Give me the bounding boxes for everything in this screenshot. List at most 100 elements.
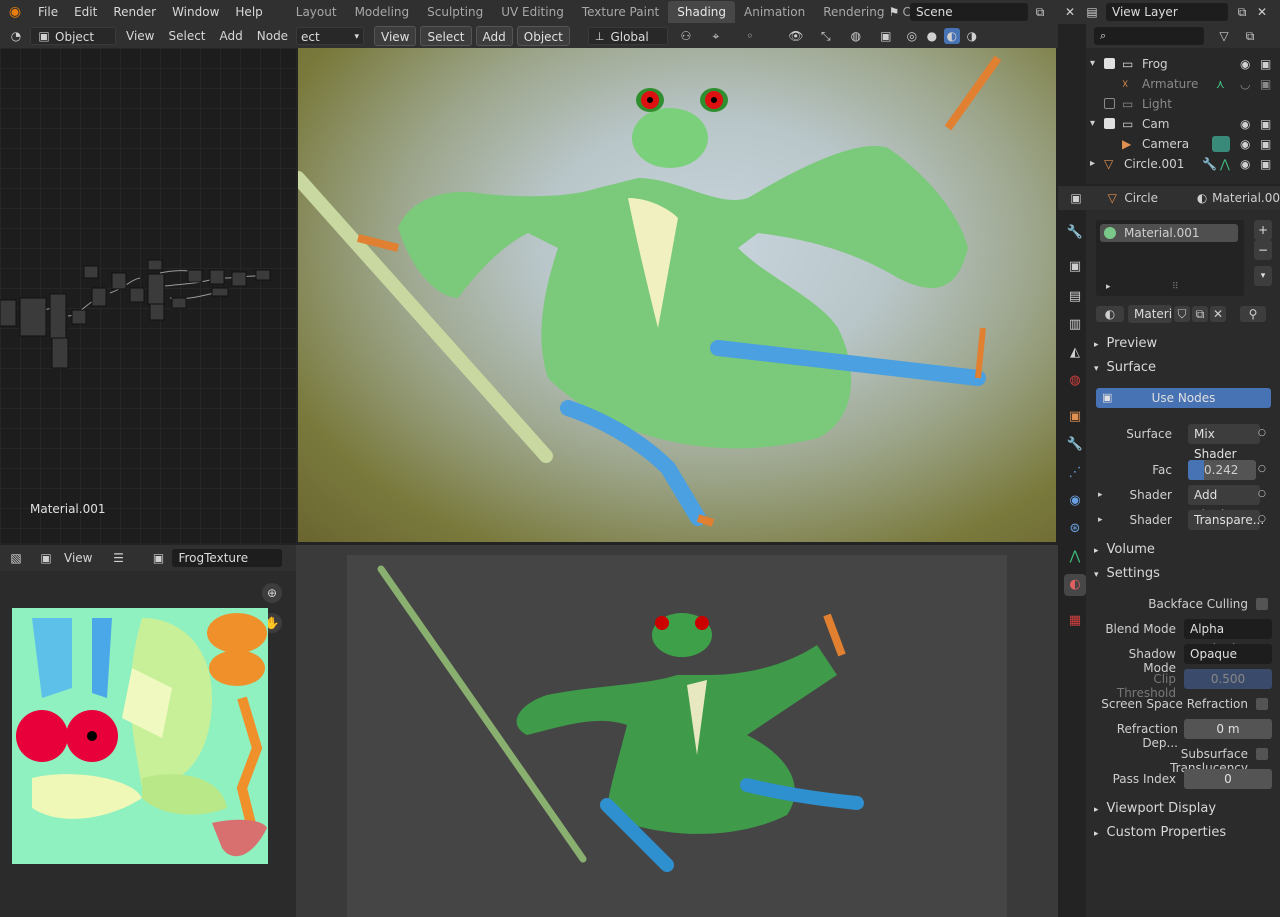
image-name-field[interactable]: FrogTexture [172,549,283,567]
tab-object[interactable]: ▣ [1064,406,1086,428]
unlink-material-icon[interactable]: ✕ [1210,306,1226,322]
viewport-menu-object[interactable]: Object [516,26,570,46]
remove-slot-button[interactable]: − [1254,240,1272,260]
tab-physics[interactable]: ◉ [1064,490,1086,512]
menu-help[interactable]: Help [227,0,270,24]
proportional-icon[interactable]: ◦ [742,28,758,44]
object-mode-dropdown[interactable]: ▣ Object [30,27,116,45]
image-editor-type-icon[interactable]: ▧ [8,550,24,566]
material-slot-item[interactable]: Material.001 [1100,224,1238,242]
viewport-render[interactable] [298,48,1056,542]
material-browse-icon[interactable]: ◐ [1096,306,1124,322]
surface-shader-field[interactable]: Mix Shader [1188,424,1260,461]
backface-culling-checkbox[interactable] [1256,598,1268,610]
rendered-shading-icon[interactable]: ◑ [964,28,980,44]
image-menu-view[interactable]: View [60,546,96,570]
scene-field[interactable]: Scene [910,3,1028,21]
camera-restrict-icon[interactable]: ▣ [1260,154,1271,174]
panel-settings-header[interactable]: ▾ Settings [1094,566,1160,581]
panel-custom-properties-header[interactable]: ▸ Custom Properties [1094,825,1226,840]
viewport-menu-view[interactable]: View [374,26,417,46]
ssr-checkbox[interactable] [1256,698,1268,710]
node-menu-node[interactable]: Node [253,24,292,48]
tab-modifiers[interactable]: 🔧 [1064,434,1086,456]
socket-icon[interactable]: ○ [1258,514,1266,524]
new-collection-icon[interactable]: ⧉ [1242,28,1258,44]
panel-viewport-display-header[interactable]: ▸ Viewport Display [1094,801,1216,816]
outliner-row-light[interactable]: ▭ Light [1088,94,1280,114]
outliner-row-cam[interactable]: ▾ ▭ Cam ◉ ▣ [1088,114,1280,134]
fake-user-icon[interactable]: ⛉ [1174,306,1190,322]
shader1-field[interactable]: Add Shader [1188,485,1260,522]
tab-scene[interactable]: ◭ [1064,342,1086,364]
eye-icon[interactable]: ◉ [1240,114,1250,134]
delete-scene-icon[interactable]: ✕ [1062,4,1078,20]
outliner-search-input[interactable]: ⌕ [1094,27,1204,45]
camera-restrict-icon[interactable]: ▣ [1260,74,1271,94]
add-slot-button[interactable]: + [1254,220,1272,240]
node-link-icon[interactable]: ⚲ [1240,306,1266,322]
slot-specials-button[interactable]: ▾ [1254,266,1272,286]
node-editor-canvas[interactable]: Material.001 [0,48,296,543]
tab-sculpting[interactable]: Sculpting [418,1,492,23]
image-browse-icon[interactable]: ▣ [150,550,166,566]
editor-type-icon[interactable]: ◔ [8,28,24,44]
expand-triangle-icon[interactable]: ▸ [1106,282,1111,292]
node-menu-view[interactable]: View [122,24,158,48]
panel-volume-header[interactable]: ▸ Volume [1094,542,1155,557]
tab-shading[interactable]: Shading [668,1,735,23]
tab-layout[interactable]: Layout [287,1,346,23]
blend-mode-dropdown[interactable]: Alpha Hashed [1184,619,1272,656]
visibility-icon[interactable]: 👁 [788,28,804,44]
filter-icon[interactable]: ▽ [1216,28,1232,44]
duplicate-material-icon[interactable]: ⧉ [1192,306,1208,322]
material-preview-icon[interactable]: ◐ [943,28,960,44]
camera-restrict-icon[interactable]: ▣ [1260,134,1271,154]
pivot-icon[interactable]: ⚇ [678,28,694,44]
viewport-menu-add[interactable]: Add [475,26,513,46]
tab-animation[interactable]: Animation [735,1,814,23]
outliner-row-camera[interactable]: ▶ Camera ◉ ▣ [1088,134,1280,154]
menu-render[interactable]: Render [105,0,164,24]
expand-chevron-icon[interactable]: ▾ [1090,54,1095,74]
tab-output[interactable]: ▤ [1064,286,1086,308]
eye-icon[interactable]: ◉ [1240,54,1250,74]
view-layer-field[interactable]: View Layer [1106,3,1228,21]
expand-chevron-icon[interactable]: ▸ [1090,154,1095,174]
subsurface-checkbox[interactable] [1256,748,1268,760]
eye-closed-icon[interactable]: ◡ [1240,74,1250,94]
orientation-dropdown[interactable]: ⊥ Global [587,27,668,45]
node-menu-select[interactable]: Select [164,24,209,48]
menu-file[interactable]: File [30,0,66,24]
tab-material[interactable]: ◐ [1064,574,1086,596]
resize-grip-icon[interactable]: ⠿ [1172,282,1179,292]
socket-icon[interactable]: ○ [1258,428,1266,438]
tab-tool[interactable]: 🔧 [1064,222,1086,244]
overlay-icon[interactable]: ◍ [848,28,864,44]
snap-icon[interactable]: ⌖ [708,28,724,44]
zoom-icon[interactable]: ⊕ [262,583,282,603]
fac-slider[interactable]: 0.242 [1188,460,1256,480]
scene-selector[interactable]: ⚑ Scene ⧉ [886,2,1056,22]
exclude-checkbox[interactable] [1104,118,1115,129]
clip-threshold-field[interactable]: 0.500 [1184,669,1272,689]
interaction-mode-dropdown[interactable]: ect Mode ▾ [296,27,364,62]
new-scene-icon[interactable]: ⧉ [1032,4,1048,20]
viewport-menu-select[interactable]: Select [420,26,472,46]
xray-icon[interactable]: ▣ [878,28,894,44]
exclude-checkbox[interactable] [1104,98,1115,109]
tab-render[interactable]: ▣ [1064,256,1086,278]
bottom-viewport-area[interactable] [296,545,1058,917]
pass-index-field[interactable]: 0 [1184,769,1272,789]
node-menu-add[interactable]: Add [216,24,247,48]
tab-uv-editing[interactable]: UV Editing [492,1,573,23]
use-nodes-button[interactable]: ▣ Use Nodes [1096,388,1271,408]
material-name-field[interactable]: Materi [1128,305,1172,323]
menu-edit[interactable]: Edit [66,0,105,24]
eye-icon[interactable]: ◉ [1240,154,1250,174]
refraction-depth-field[interactable]: 0 m [1184,719,1272,739]
tab-world[interactable]: ◍ [1064,370,1086,392]
panel-surface-header[interactable]: ▾ Surface [1094,360,1156,375]
tab-constraints[interactable]: ⊛ [1064,518,1086,540]
tab-view-layer[interactable]: ▥ [1064,314,1086,336]
